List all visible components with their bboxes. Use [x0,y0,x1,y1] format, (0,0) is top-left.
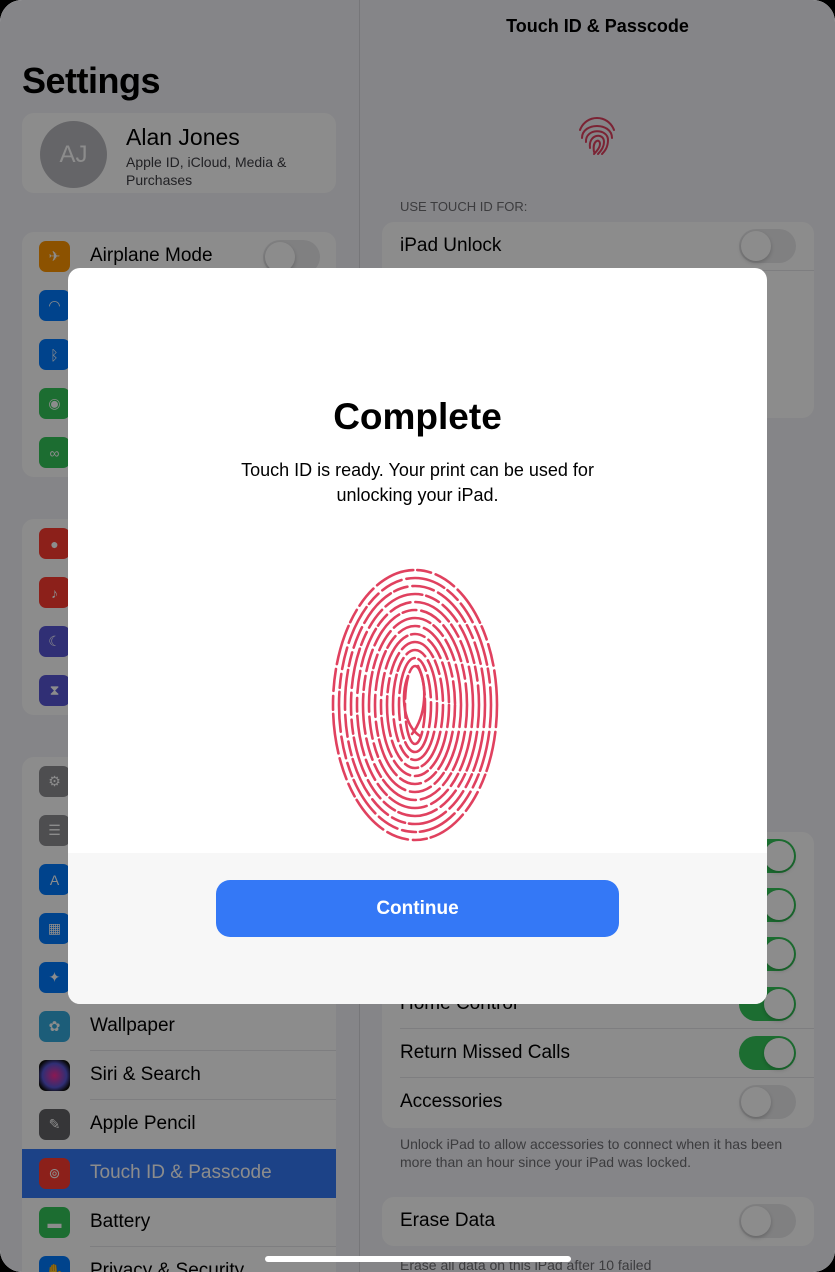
fingerprint-icon [331,568,499,842]
modal-body: Touch ID is ready. Your print can be use… [241,460,594,505]
touch-id-complete-sheet: Complete Touch ID is ready. Your print c… [68,268,767,1004]
continue-button[interactable]: Continue [216,880,619,937]
home-indicator[interactable] [265,1256,571,1262]
ipad-screen: Settings AJ Alan Jones Apple ID, iCloud,… [0,0,835,1272]
modal-title: Complete [333,396,502,437]
